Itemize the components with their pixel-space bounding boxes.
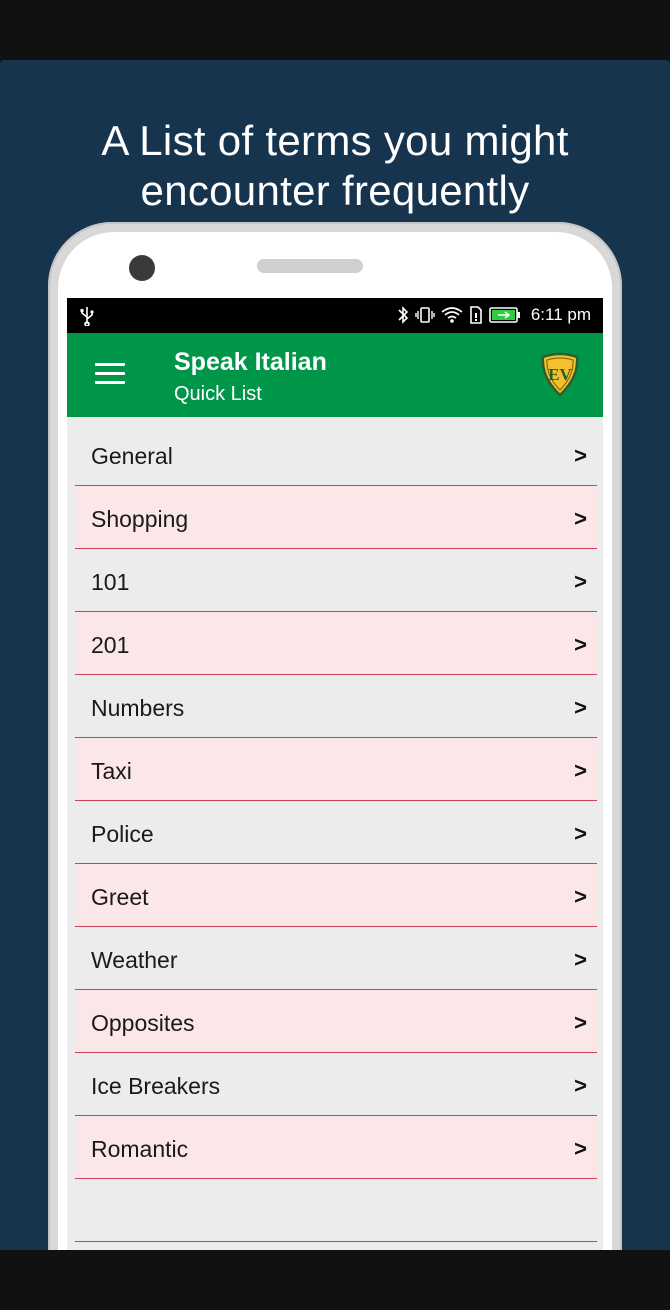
bluetooth-icon <box>398 306 408 324</box>
chevron-right-icon: > <box>574 1073 587 1098</box>
chevron-right-icon: > <box>574 569 587 594</box>
list-item[interactable]: General > <box>75 423 597 486</box>
promo-headline: A List of terms you might encounter freq… <box>101 117 569 214</box>
list-item-label: Numbers <box>91 695 185 721</box>
list-item[interactable]: Shopping > <box>75 486 597 549</box>
app-subtitle: Quick List <box>174 383 262 405</box>
battery-icon <box>489 307 520 323</box>
chevron-right-icon: > <box>574 758 587 783</box>
chevron-right-icon: > <box>574 632 587 657</box>
list-item[interactable]: Weather > <box>75 927 597 990</box>
list-item[interactable]: 201 > <box>75 612 597 675</box>
sim-icon <box>470 306 482 324</box>
bottom-black-bar <box>0 1250 670 1310</box>
list-item[interactable] <box>75 1179 597 1242</box>
list-item[interactable]: 101 > <box>75 549 597 612</box>
quick-list: General > Shopping >101 >201 > Numbers > Taxi > Po… <box>75 423 597 1242</box>
list-item-label: Ice Breakers <box>91 1073 221 1099</box>
app-logo-shield-icon[interactable]: EV <box>537 351 583 397</box>
chevron-right-icon: > <box>574 1136 587 1161</box>
list-item[interactable]: Opposites > <box>75 990 597 1053</box>
chevron-right-icon: > <box>574 884 587 909</box>
list-item[interactable]: Taxi > <box>75 738 597 801</box>
list-item[interactable]: Ice Breakers > <box>75 1053 597 1116</box>
list-item[interactable]: Police > <box>75 801 597 864</box>
list-item-label: 101 <box>91 569 130 595</box>
hamburger-menu-icon[interactable] <box>95 363 125 385</box>
app-title: Speak Italian <box>174 348 327 376</box>
list-item-label: Greet <box>91 884 149 910</box>
list-item-label: Opposites <box>91 1010 195 1036</box>
list-item-label: Shopping <box>91 506 189 532</box>
list-item-label: Weather <box>91 947 178 973</box>
list-item[interactable]: Romantic > <box>75 1116 597 1179</box>
vibrate-icon <box>415 307 435 323</box>
top-black-bar <box>0 0 670 60</box>
chevron-right-icon: > <box>574 443 587 468</box>
list-item-label: General <box>91 443 173 469</box>
chevron-right-icon: > <box>574 506 587 531</box>
chevron-right-icon: > <box>574 947 587 972</box>
list-item[interactable]: Numbers > <box>75 675 597 738</box>
app-bar: Speak Italian Quick List EV <box>67 333 603 417</box>
list-item-label: Taxi <box>91 758 132 784</box>
wifi-icon <box>441 307 463 323</box>
chevron-right-icon: > <box>574 695 587 720</box>
chevron-right-icon: > <box>574 821 587 846</box>
list-item-label: 201 <box>91 632 130 658</box>
phone-speaker <box>257 259 363 273</box>
phone-frame: 6:11 pm Speak Italian Quick List EV Gene… <box>48 222 622 1262</box>
logo-text: EV <box>548 365 572 384</box>
list-item-label: Police <box>91 821 154 847</box>
list-item-label: Romantic <box>91 1136 189 1162</box>
phone-camera <box>129 255 155 281</box>
usb-icon <box>80 307 94 326</box>
phone-screen: 6:11 pm Speak Italian Quick List EV Gene… <box>67 298 603 1262</box>
status-bar: 6:11 pm <box>67 298 603 333</box>
list-item[interactable]: Greet > <box>75 864 597 927</box>
status-time: 6:11 pm <box>530 305 591 324</box>
chevron-right-icon: > <box>574 1010 587 1035</box>
